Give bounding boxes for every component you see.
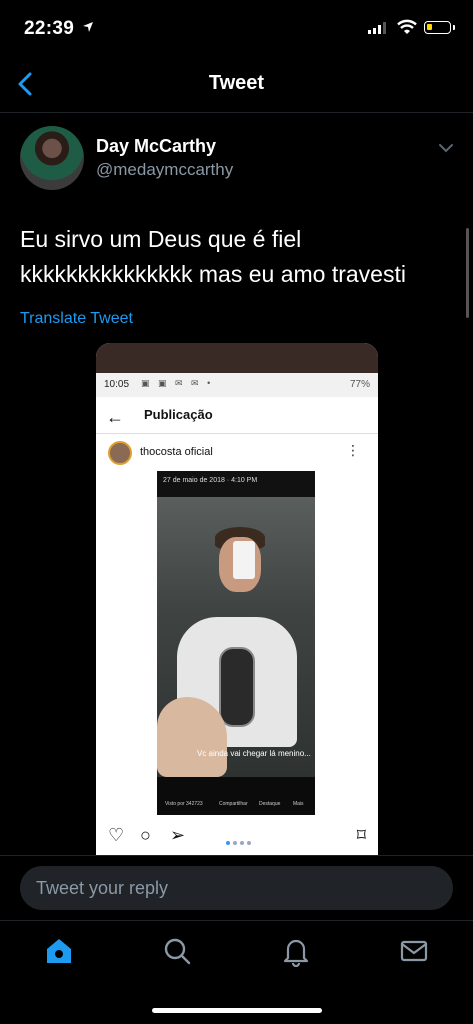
author-avatar[interactable]	[20, 126, 84, 190]
tweet-media-image[interactable]: 10:05 ▣ ▣ ✉ ✉ • 77% ← Publicação thocost…	[96, 343, 378, 855]
embedded-story: 27 de maio de 2018 · 4:10 PM Vc ainda va…	[157, 471, 315, 815]
nav-bar: Tweet	[0, 56, 473, 113]
home-indicator	[152, 1008, 322, 1013]
location-arrow-icon	[83, 22, 93, 32]
divider	[0, 855, 473, 856]
embedded-user-row: thocosta oficial ⋮	[96, 433, 378, 473]
story-caption: Vc ainda vai chegar lá menino...	[197, 749, 311, 758]
embedded-notification-icons: ▣ ▣ ✉ ✉ •	[141, 378, 214, 388]
media-top-band	[96, 343, 378, 373]
wifi-icon	[397, 19, 417, 34]
tweet-text: Eu sirvo um Deus que é fiel kkkkkkkkkkkk…	[20, 222, 460, 292]
author-handle[interactable]: @medaymccarthy	[96, 160, 233, 180]
embedded-time: 10:05	[104, 379, 130, 390]
tab-bar	[0, 920, 473, 991]
embedded-comment-icon: ○	[140, 825, 151, 845]
story-hand	[157, 697, 227, 777]
story-more: Mais	[293, 801, 304, 807]
search-icon[interactable]	[161, 935, 193, 967]
embedded-title: Publicação	[144, 407, 213, 422]
embedded-actions: ♡ ○ ➢ ⌑	[96, 819, 378, 855]
tweet-text-line-1: Eu sirvo um Deus que é fiel	[20, 226, 302, 252]
battery-icon	[424, 21, 455, 34]
story-phone	[233, 541, 255, 579]
embedded-like-icon: ♡	[108, 825, 125, 845]
scrollbar[interactable]	[466, 228, 469, 318]
story-viewed-by: Visto por 342723	[165, 801, 203, 807]
reply-input[interactable]: Tweet your reply	[20, 866, 453, 910]
author-name[interactable]: Day McCarthy	[96, 136, 216, 157]
chevron-down-icon[interactable]	[438, 143, 454, 153]
embedded-send-icon: ➢	[170, 825, 186, 845]
embedded-user-avatar	[108, 441, 132, 465]
carousel-dots	[226, 832, 266, 845]
story-share: Compartilhar	[219, 801, 248, 807]
status-time: 22:39	[24, 18, 75, 39]
reply-placeholder: Tweet your reply	[36, 878, 169, 898]
status-bar: 22:39	[0, 0, 473, 56]
page-title: Tweet	[208, 72, 265, 94]
story-photo: Vc ainda vai chegar lá menino...	[157, 497, 315, 777]
translate-tweet-link[interactable]: Translate Tweet	[20, 310, 133, 328]
home-icon[interactable]	[43, 935, 75, 967]
embedded-bookmark-icon: ⌑	[356, 825, 366, 845]
story-bottom-bar: Visto por 342723 Compartilhar Destaque M…	[157, 777, 315, 815]
tweet-text-line-2: kkkkkkkkkkkkkkk mas eu amo travesti	[20, 261, 406, 287]
embedded-header: ← Publicação	[96, 397, 378, 434]
embedded-more-icon: ⋮	[346, 442, 360, 458]
story-date: 27 de maio de 2018 · 4:10 PM	[163, 477, 258, 484]
embedded-username: thocosta oficial	[140, 446, 213, 458]
cellular-signal-icon	[368, 22, 386, 34]
car-key-icon	[219, 647, 255, 727]
embedded-battery: 77%	[349, 379, 370, 390]
story-highlight: Destaque	[259, 801, 281, 807]
messages-icon[interactable]	[398, 935, 430, 967]
embedded-status-bar: 10:05 ▣ ▣ ✉ ✉ • 77%	[96, 373, 378, 397]
embedded-back-arrow-icon: ←	[106, 407, 124, 427]
notifications-icon[interactable]	[280, 935, 312, 967]
